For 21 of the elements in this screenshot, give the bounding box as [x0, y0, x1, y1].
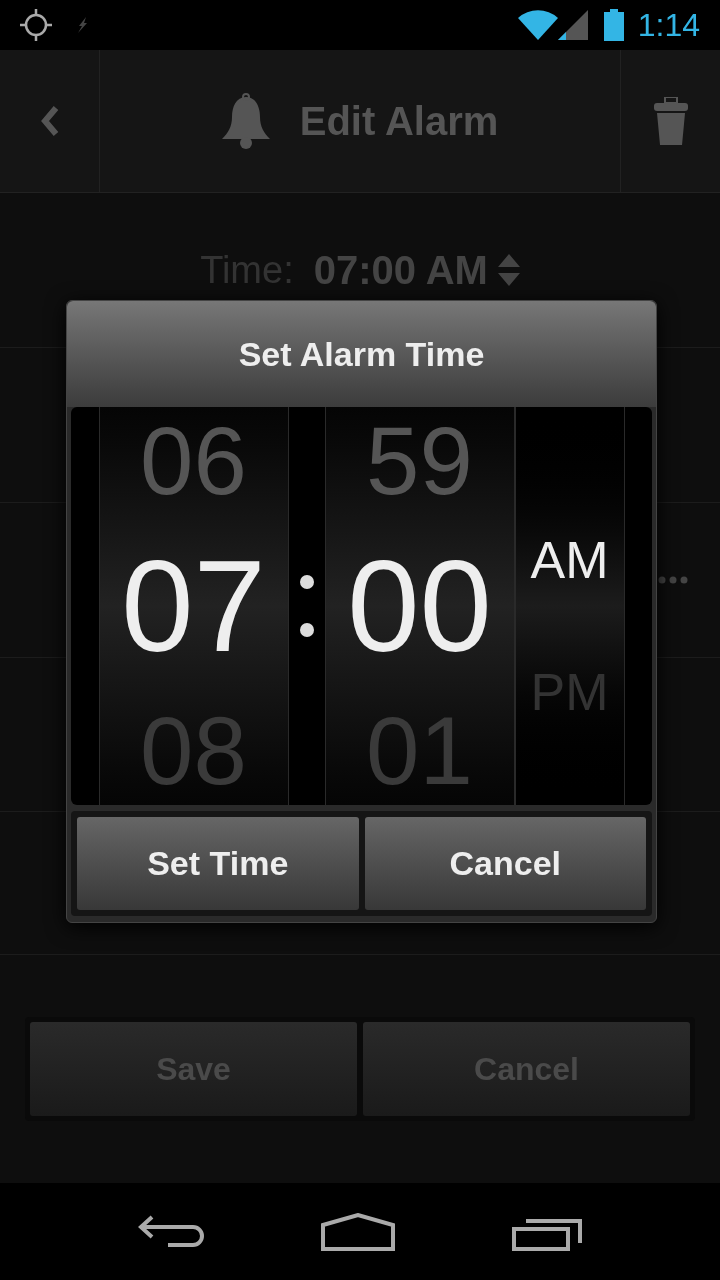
signal-icon: [557, 10, 588, 40]
dialog-button[interactable]: Set Time: [77, 817, 359, 910]
home-icon[interactable]: [321, 1212, 395, 1251]
colon-icon: [299, 575, 314, 637]
dialog-button[interactable]: Cancel: [364, 817, 646, 910]
selected-value[interactable]: 07: [121, 541, 266, 671]
bell-icon: [221, 93, 270, 149]
trash-icon: [653, 97, 688, 145]
selected-period[interactable]: AM: [530, 534, 609, 586]
previous-value[interactable]: 06: [140, 413, 247, 509]
gps-icon: [20, 9, 52, 41]
up-down-icon: [497, 254, 520, 286]
screen-title: Edit Alarm: [299, 98, 499, 145]
clock: 1:14: [637, 6, 700, 45]
wifi-icon: [517, 10, 558, 40]
previous-value[interactable]: 59: [366, 413, 473, 509]
back-icon: [40, 106, 59, 136]
battery-icon: [603, 9, 624, 41]
dialog-title: Set Alarm Time: [238, 333, 485, 375]
selected-value[interactable]: 00: [347, 541, 492, 671]
lightning-icon: [76, 17, 88, 33]
